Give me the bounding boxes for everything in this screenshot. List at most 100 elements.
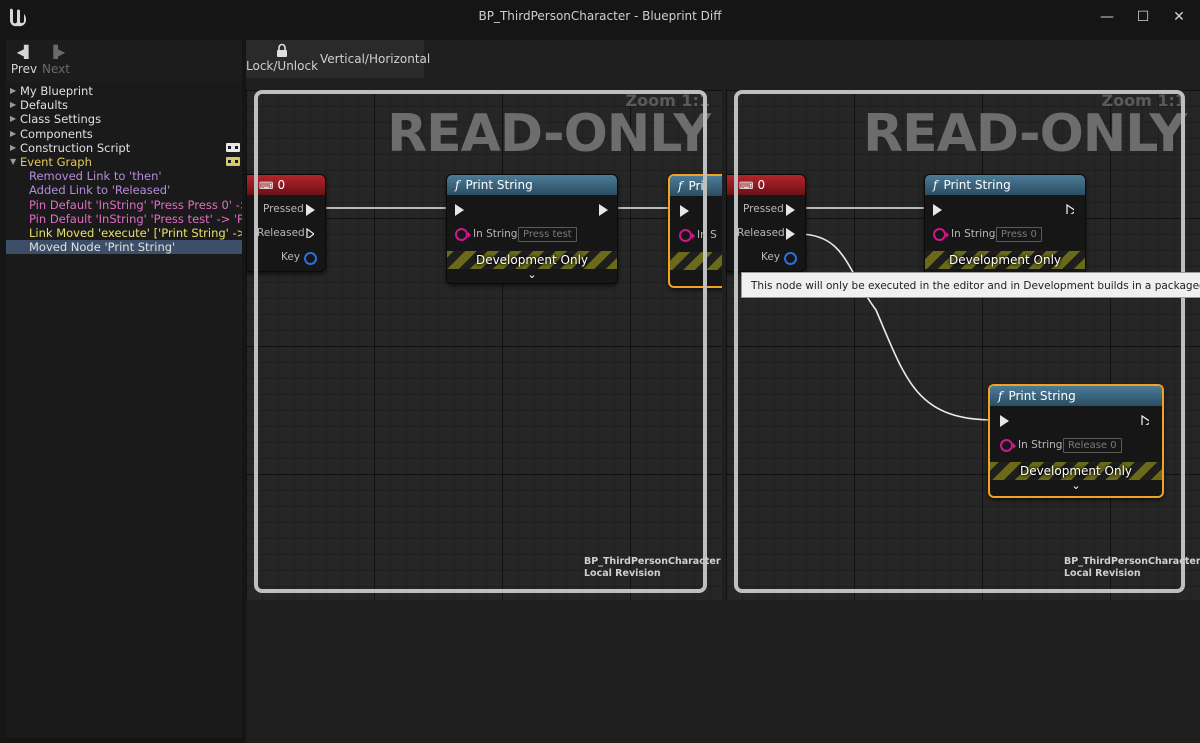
tree-item-my-blueprint[interactable]: ▶ My Blueprint — [6, 84, 242, 98]
tree-item-class-settings[interactable]: ▶ Class Settings — [6, 112, 242, 126]
pin-label: Released — [257, 227, 305, 239]
wires — [320, 207, 678, 209]
instring-value-field[interactable]: Press test — [518, 227, 577, 242]
node-title: Print String — [1008, 389, 1076, 403]
nav-toolbar: ◀▌ Prev ▐▶ Next — [6, 40, 242, 82]
exec-out-pin-icon[interactable] — [599, 204, 608, 216]
diff-toolbar: Lock/Unlock Vertical/Horizontal — [246, 40, 430, 78]
expand-arrow-icon[interactable]: ▶ — [10, 98, 16, 112]
change-item[interactable]: Link Moved 'execute' ['Print String' -> … — [6, 226, 242, 240]
next-button[interactable]: ▐▶ Next — [40, 42, 72, 80]
chevron-down-icon[interactable]: ⌄ — [990, 479, 1162, 492]
keyboard-icon: ⌨ — [739, 181, 754, 192]
function-icon: f — [933, 178, 938, 192]
change-item[interactable]: Pin Default 'InString' 'Press Press 0' -… — [6, 198, 242, 212]
exec-in-pin-icon[interactable] — [933, 204, 942, 216]
blueprint-name-label: BP_ThirdPersonCharacter — [584, 556, 721, 567]
prev-button[interactable]: ◀▌ Prev — [8, 42, 40, 80]
keyboard-icon: ⌨ — [259, 181, 274, 192]
string-pin-icon[interactable] — [933, 228, 949, 241]
tree-item-label: Components — [20, 126, 93, 141]
pin-label: Key — [281, 251, 301, 263]
key-pin-icon[interactable] — [304, 252, 317, 265]
change-item-label: Pin Default 'InString' 'Press test' -> '… — [29, 211, 242, 226]
key-pin-icon[interactable] — [784, 252, 797, 265]
change-item-label: Moved Node 'Print String' — [29, 240, 176, 255]
string-pin-icon[interactable] — [455, 228, 471, 241]
exec-out-pin-hollow-icon[interactable] — [1141, 415, 1149, 425]
exec-in-pin-icon[interactable] — [680, 205, 689, 217]
title-bar: BP_ThirdPersonCharacter - Blueprint Diff… — [0, 0, 1200, 34]
pin-label: Pressed — [263, 203, 304, 215]
key-event-node[interactable]: ⌨ 0 Pressed Released Key — [726, 174, 806, 272]
exec-out-pin-hollow-icon[interactable] — [1066, 204, 1074, 214]
change-item-label: Removed Link to 'then' — [29, 169, 162, 184]
node-title: Print String — [465, 178, 533, 192]
tree-item-label: Event Graph — [20, 154, 92, 169]
change-item[interactable]: Pin Default 'InString' 'Press test' -> '… — [6, 212, 242, 226]
close-button[interactable]: ✕ — [1164, 4, 1194, 30]
change-item-label: Added Link to 'Released' — [29, 183, 171, 198]
tree-item-label: Class Settings — [20, 112, 102, 127]
node-header: ⌨ 0 — [247, 175, 325, 195]
exec-in-pin-icon[interactable] — [455, 204, 464, 216]
node-header: f Print String — [990, 386, 1162, 406]
revision-label: Local Revision — [1064, 568, 1141, 579]
exec-out-pin-hollow-icon[interactable] — [306, 228, 314, 238]
chevron-down-icon[interactable]: ⌄ — [447, 268, 617, 281]
development-only-label: Development Only — [948, 253, 1062, 267]
graph-panel-left[interactable]: Zoom 1:1 READ-ONLY ⌨ 0 Pressed Released K… — [246, 90, 722, 600]
exec-out-pin-icon[interactable] — [306, 204, 315, 216]
graph-panel-right[interactable]: Zoom 1:1 READ-ONLY ⌨ 0 Pressed Released K… — [726, 90, 1200, 600]
tree-item-defaults[interactable]: ▶ Defaults — [6, 98, 242, 112]
pin-label: In S — [697, 229, 717, 241]
change-item[interactable]: Removed Link to 'then' — [6, 169, 242, 183]
change-item[interactable]: Added Link to 'Released' — [6, 183, 242, 197]
instring-value-field[interactable]: Press 0 — [996, 227, 1042, 242]
graph-footer: BP_ThirdPersonCharacter Local Revision — [1064, 556, 1200, 580]
tree-item-label: My Blueprint — [20, 84, 93, 98]
lock-icon — [277, 43, 287, 57]
vertical-horizontal-button[interactable]: Vertical/Horizontal — [320, 40, 430, 78]
window-title: BP_ThirdPersonCharacter - Blueprint Diff — [478, 9, 722, 23]
print-string-node-moved[interactable]: f Print String In String Release 0 Develo… — [988, 384, 1164, 498]
expand-arrow-icon[interactable]: ▶ — [10, 127, 16, 141]
collapse-arrow-icon[interactable]: ▼ — [10, 155, 16, 169]
print-string-node-partial[interactable]: f Pri In S — [668, 174, 722, 288]
lock-unlock-button[interactable]: Lock/Unlock — [246, 40, 318, 78]
expand-arrow-icon[interactable]: ▶ — [10, 112, 16, 126]
tree-item-components[interactable]: ▶ Components — [6, 127, 242, 141]
tooltip: This node will only be executed in the e… — [741, 272, 1200, 298]
maximize-button[interactable]: ☐ — [1128, 4, 1158, 30]
function-icon: f — [455, 178, 460, 192]
diff-badge-icon — [226, 142, 240, 152]
exec-out-pin-icon[interactable] — [786, 204, 795, 216]
next-icon: ▐▶ — [48, 45, 65, 59]
expand-arrow-icon[interactable]: ▶ — [10, 84, 16, 98]
instring-value-field[interactable]: Release 0 — [1063, 438, 1122, 453]
graph-diff-area: Lock/Unlock Vertical/Horizontal Zoom 1:1… — [246, 40, 1200, 743]
key-event-node[interactable]: ⌨ 0 Pressed Released Key — [246, 174, 326, 272]
wires — [797, 207, 995, 421]
print-string-node[interactable]: f Print String In String Press test Devel… — [446, 174, 618, 284]
change-item-selected[interactable]: Moved Node 'Print String' — [6, 240, 242, 255]
tree-item-construction-script[interactable]: ▶ Construction Script — [6, 141, 242, 155]
development-only-banner — [670, 252, 722, 270]
change-item-label: Pin Default 'InString' 'Press Press 0' -… — [29, 197, 242, 212]
string-pin-icon[interactable] — [1000, 439, 1016, 452]
exec-in-pin-icon[interactable] — [1000, 415, 1009, 427]
node-title: 0 — [277, 178, 286, 192]
string-pin-icon[interactable] — [679, 229, 695, 242]
pin-label: Released — [737, 227, 785, 239]
expand-arrow-icon[interactable]: ▶ — [10, 141, 16, 155]
pin-label: In String — [951, 228, 996, 240]
node-title: 0 — [757, 178, 766, 192]
print-string-node[interactable]: f Print String In String Press 0 Developm… — [924, 174, 1086, 284]
tree-item-event-graph[interactable]: ▼ Event Graph — [6, 155, 242, 169]
development-only-banner: Development Only — [447, 251, 617, 269]
pin-label: Key — [761, 251, 781, 263]
prev-label: Prev — [10, 62, 38, 76]
minimize-button[interactable]: — — [1092, 4, 1122, 30]
node-header: ⌨ 0 — [727, 175, 805, 195]
exec-out-pin-icon[interactable] — [786, 228, 795, 240]
